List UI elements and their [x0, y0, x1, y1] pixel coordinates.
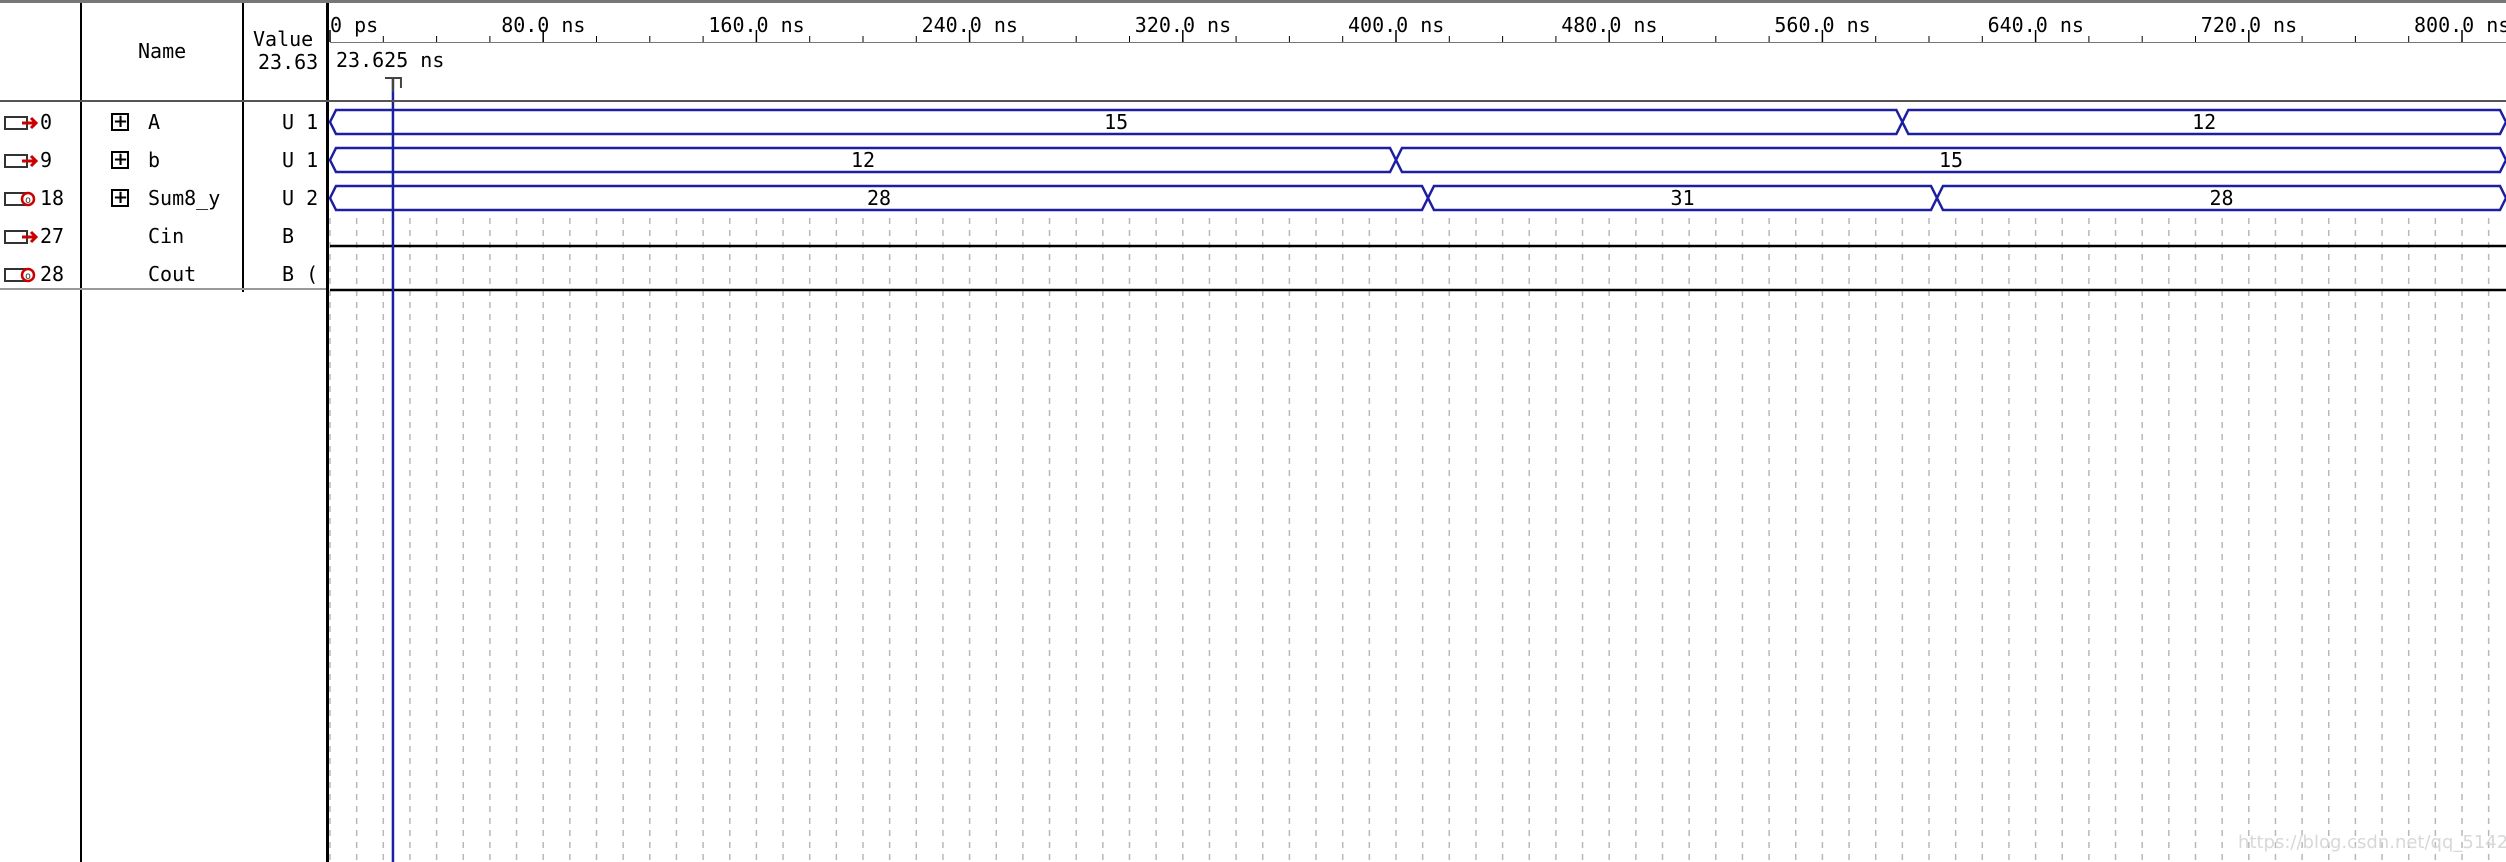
divider-name-value[interactable] [242, 0, 244, 292]
ruler-bottom-line [330, 42, 2506, 43]
divider-index-name [80, 0, 82, 862]
bus-segment-label: 15 [1104, 110, 1128, 134]
bus-segment-label: 28 [2209, 186, 2233, 210]
cursor-handle-icon[interactable] [384, 77, 402, 92]
watermark-text: https://blog.csdn.net/qq_51425 [2238, 832, 2506, 853]
bus-segment-label: 28 [867, 186, 891, 210]
top-border [0, 0, 2506, 3]
bus-segment-label: 12 [851, 148, 875, 172]
header-bottom-line [0, 100, 2506, 102]
waveform-editor: Name Value 23.63 0 + A U 1 9 + b U 1 o 18 + Sum8_y U… [0, 0, 2506, 862]
waveform-canvas[interactable]: 15 12 12 15 28 31 28 [0, 0, 2506, 862]
bus-segment-label: 31 [1670, 186, 1694, 210]
bus-segment-label: 15 [1939, 148, 1963, 172]
list-bottom-line [0, 288, 326, 290]
divider-value-wave[interactable] [326, 0, 329, 862]
bus-segment-label: 12 [2192, 110, 2216, 134]
